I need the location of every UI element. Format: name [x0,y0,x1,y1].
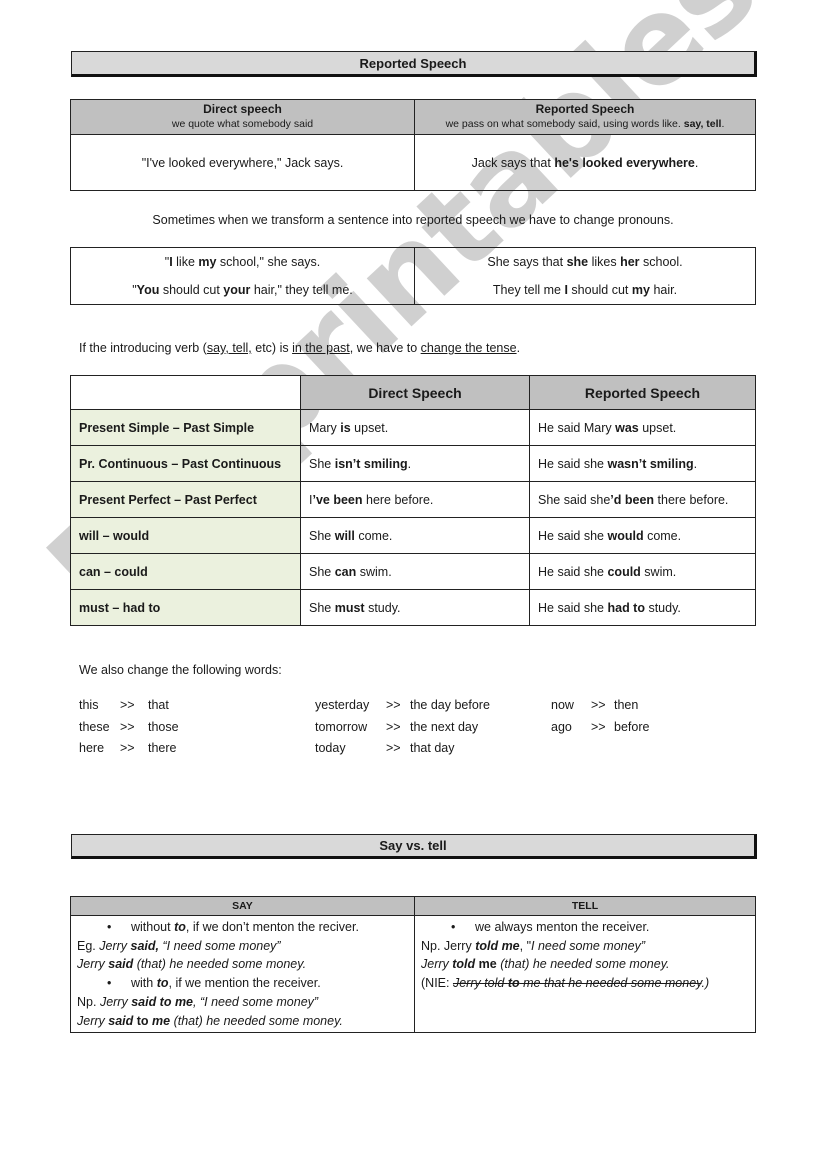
tell-example-1: Np. Jerry told me, "I need some money” [421,938,645,953]
ex-end: . [694,155,699,170]
direct-example-cell: She isn’t smiling. [300,445,530,482]
arrow-icon: >> [386,698,401,712]
sub-text: we pass on what somebody said, using wor… [445,118,681,130]
reported-example: Jack says that he's looked everywhere. [414,134,756,191]
tense-row: will – would She will come. He said she wo… [70,517,756,554]
reported-example-cell: He said she could swim. [529,553,756,590]
tense-row: Present Simple – Past Simple Mary is upse… [70,409,756,446]
direct-example-cell: She will come. [300,517,530,554]
tense-note: If the introducing verb (say, tell, etc)… [79,341,521,355]
arrow-icon: >> [120,698,135,712]
pronoun-direct-2: "You should cut your hair," they tell me… [132,283,353,297]
direct-example: "I've looked everywhere," Jack says. [70,134,415,191]
say-tell-table: SAY TELL • without to, if we don’t menton… [70,896,756,1034]
tense-row: Pr. Continuous – Past Continuous She isn’… [70,445,756,482]
tell-bullet-1: • we always menton the receiver. [451,920,650,934]
pronouns-reported: She says that she likes her school. They… [414,247,756,305]
say-header: SAY [70,896,415,916]
word-changed: that day [410,741,455,755]
tell-example-2: Jerry told me (that) he needed some mone… [421,957,670,972]
word-changed: before [614,720,650,734]
tense-rule-label: Pr. Continuous – Past Continuous [70,445,301,482]
reported-speech-header: Reported Speech we pass on what somebody… [414,99,756,135]
word-original: ago [551,720,572,734]
word-original: today [315,741,346,755]
arrow-icon: >> [120,741,135,755]
sub-end: . [721,118,725,130]
word-original: these [79,720,110,734]
word-original: yesterday [315,698,370,712]
pronouns-note: Sometimes when we transform a sentence i… [152,213,674,227]
say-bullet-1: • without to, if we don’t menton the reci… [107,920,359,934]
pronoun-reported-2: They tell me I should cut my hair. [492,283,678,297]
sub-bold: say, tell [683,118,722,130]
tense-row: can – could She can swim. He said she coul… [70,553,756,590]
tense-header-reported: Reported Speech [529,375,756,410]
arrow-icon: >> [120,720,135,734]
ex-pre: Jack says that [471,155,555,170]
arrow-icon: >> [386,720,401,734]
word-original: tomorrow [315,720,368,734]
word-changed: there [148,741,177,755]
tense-rule-label: must – had to [70,589,301,626]
tense-row: Present Perfect – Past Perfect I’ve been … [70,481,756,518]
say-example-4: Jerry said to me (that) he needed some m… [77,1013,343,1028]
ex-bold: he's looked everywhere [554,155,695,170]
word-original: now [551,698,574,712]
tense-table: Direct Speech Reported Speech Present Si… [70,375,756,626]
direct-example-cell: She must study. [300,589,530,626]
direct-speech-header: Direct speech we quote what somebody sai… [70,99,415,135]
direct-example-cell: She can swim. [300,553,530,590]
word-changed: that [148,698,169,712]
say-tell-title-text: Say vs. tell [379,838,447,853]
tell-cell: • we always menton the receiver. Np. Jerr… [414,914,756,1034]
direct-example-cell: I’ve been here before. [300,481,530,518]
direct-header-sub: we quote what somebody said [171,118,314,130]
tell-header: TELL [414,896,756,916]
tense-row: must – had to She must study. He said she … [70,589,756,626]
reported-example-cell: She said she’d been there before. [529,481,756,518]
say-cell: • without to, if we don’t menton the reci… [70,914,415,1034]
direct-example-cell: Mary is upset. [300,409,530,446]
pronoun-reported-1: She says that she likes her school. [487,255,683,269]
tense-header-direct: Direct Speech [300,375,530,410]
reported-example-cell: He said she would come. [529,517,756,554]
page-title-text: Reported Speech [359,55,467,71]
say-example-2: Jerry said (that) he needed some money. [77,957,307,972]
reported-header-sub: we pass on what somebody said, using wor… [415,117,755,132]
word-changed: the day before [410,698,490,712]
say-example-1: Eg. Jerry said, “I need some money” [77,938,281,953]
tense-header-blank [70,375,301,410]
word-changed: those [148,720,179,734]
pronouns-table: "I like my school," she says. "You shoul… [70,247,756,305]
word-original: this [79,698,99,712]
tense-rule-label: can – could [70,553,301,590]
tense-rule-label: Present Simple – Past Simple [70,409,301,446]
arrow-icon: >> [386,741,401,755]
arrow-icon: >> [591,720,606,734]
word-original: here [79,741,105,755]
tense-rule-label: Present Perfect – Past Perfect [70,481,301,518]
say-example-3: Np. Jerry said to me, “I need some money… [77,994,319,1009]
word-changed: the next day [410,720,479,734]
reported-header-label: Reported Speech [535,102,635,116]
words-note: We also change the following words: [79,663,282,677]
reported-example-cell: He said Mary was upset. [529,409,756,446]
reported-example-cell: He said she wasn’t smiling. [529,445,756,482]
intro-table: Direct speech we quote what somebody sai… [70,99,756,191]
tell-example-3: (NIE: Jerry told to me that he needed so… [421,976,710,991]
pronouns-direct: "I like my school," she says. "You shoul… [70,247,415,305]
arrow-icon: >> [591,698,606,712]
reported-example-cell: He said she had to study. [529,589,756,626]
direct-header-label: Direct speech [203,102,282,116]
say-bullet-2: • with to, if we mention the receiver. [107,976,321,991]
page-title: Reported Speech [71,51,757,77]
tense-rule-label: will – would [70,517,301,554]
word-changed: then [614,698,639,712]
say-tell-title: Say vs. tell [71,834,757,859]
pronoun-direct-1: "I like my school," she says. [164,255,321,269]
